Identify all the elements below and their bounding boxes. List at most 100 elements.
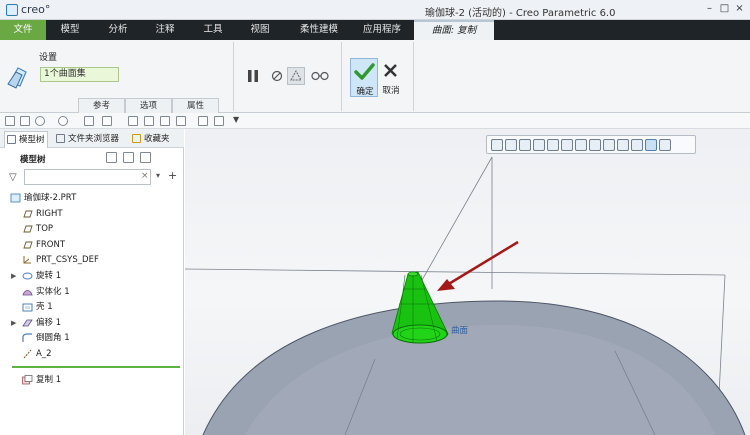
- menu-view[interactable]: 视图: [240, 20, 280, 40]
- menu-model[interactable]: 模型: [50, 20, 90, 40]
- ribbon-separator-2: [341, 42, 342, 111]
- csys-icon: [23, 256, 31, 264]
- quick-tool-icon-5[interactable]: [214, 116, 224, 126]
- tree-item-copy[interactable]: 复制 1: [0, 373, 184, 387]
- subtab-options[interactable]: 选项: [125, 98, 172, 113]
- tree-item[interactable]: FRONT: [0, 238, 184, 252]
- tree-item-label: PRT_CSYS_DEF: [36, 255, 99, 266]
- clear-search-icon[interactable]: ×: [141, 171, 149, 181]
- creo-logo: creo°: [6, 3, 50, 16]
- display-style-icon[interactable]: [589, 138, 601, 151]
- tree-search-input[interactable]: [24, 169, 151, 185]
- search-options-icon[interactable]: ▾: [156, 171, 160, 180]
- title-bar: creo° 瑜伽球-2 (活动的) - Creo Parametric 6.0 …: [0, 0, 750, 20]
- tree-item[interactable]: 倒圆角 1: [0, 331, 184, 345]
- no-preview-icon[interactable]: [271, 70, 283, 82]
- tree-item[interactable]: RIGHT: [0, 207, 184, 221]
- repaint-icon[interactable]: [533, 138, 545, 151]
- tab-favorites[interactable]: 收藏夹: [130, 131, 180, 148]
- tab-model-tree[interactable]: 模型树: [4, 131, 48, 148]
- new-icon[interactable]: [5, 116, 15, 126]
- tree-item[interactable]: PRT_CSYS_DEF: [0, 253, 184, 267]
- open-icon[interactable]: [20, 116, 30, 126]
- expand-arrow-icon[interactable]: ▶: [11, 269, 16, 283]
- insert-here-marker[interactable]: [12, 366, 180, 368]
- windows-icon[interactable]: [102, 116, 112, 126]
- tree-item[interactable]: A_2: [0, 347, 184, 361]
- show-icon[interactable]: [123, 152, 134, 163]
- filter-icon[interactable]: ▽: [9, 172, 17, 183]
- menu-applications[interactable]: 应用程序: [355, 20, 409, 40]
- minimize-button[interactable]: –: [703, 2, 716, 15]
- refit-icon[interactable]: [491, 138, 503, 151]
- tree-item[interactable]: 实体化 1: [0, 285, 184, 299]
- logo-text: creo°: [21, 3, 51, 16]
- favorites-icon: [132, 134, 141, 143]
- zoom-out-icon[interactable]: [519, 138, 531, 151]
- customize-toolbar-icon[interactable]: ▼: [233, 115, 239, 124]
- preview-icon[interactable]: [287, 67, 305, 85]
- redo-icon[interactable]: [58, 116, 68, 126]
- annotation-display-icon[interactable]: [631, 138, 643, 151]
- csys-display-icon[interactable]: [659, 138, 671, 151]
- part-icon: [10, 193, 21, 203]
- tree-item-label: 瑜伽球-2.PRT: [24, 193, 77, 203]
- close-window-icon[interactable]: [128, 116, 138, 126]
- surface-set-collector[interactable]: 1个曲面集: [40, 67, 119, 82]
- tree-item[interactable]: ▶ 旋转 1: [0, 269, 184, 283]
- surface-label: 曲面: [451, 326, 469, 336]
- tree-tools: [106, 152, 151, 163]
- quick-tool-icon[interactable]: [144, 116, 154, 126]
- shell-icon: [22, 303, 33, 312]
- menu-tools[interactable]: 工具: [193, 20, 233, 40]
- tree-item[interactable]: ▶ 偏移 1: [0, 316, 184, 330]
- tab-folder-browser[interactable]: 文件夹浏览器: [54, 131, 122, 148]
- quick-tool-icon-4[interactable]: [198, 116, 208, 126]
- settings-icon[interactable]: [106, 152, 117, 163]
- tree-item-label: 复制 1: [36, 375, 62, 385]
- tree-item-label: 偏移 1: [36, 317, 62, 328]
- cancel-x-icon: [384, 64, 397, 77]
- spin-center-icon[interactable]: [645, 138, 657, 151]
- creo-logo-icon: [6, 3, 18, 16]
- pause-icon[interactable]: [247, 69, 259, 83]
- undo-icon[interactable]: [35, 116, 45, 126]
- graphics-viewport[interactable]: 曲面: [185, 129, 750, 435]
- add-filter-icon[interactable]: +: [168, 169, 177, 182]
- saved-orientations-icon[interactable]: [561, 138, 573, 151]
- zoom-in-icon[interactable]: [505, 138, 517, 151]
- subtab-properties[interactable]: 属性: [172, 98, 219, 113]
- menu-bar: 文件 模型 分析 注释 工具 视图 柔性建模 应用程序 曲面: 复制: [0, 20, 750, 40]
- quick-tool-icon-2[interactable]: [160, 116, 170, 126]
- ok-button[interactable]: 确定: [350, 58, 378, 97]
- regenerate-icon[interactable]: [84, 116, 94, 126]
- menu-file[interactable]: 文件: [0, 20, 46, 40]
- perspective-icon[interactable]: [603, 138, 615, 151]
- expand-arrow-icon[interactable]: ▶: [11, 316, 16, 330]
- ribbon-separator-3: [413, 42, 414, 111]
- view-manager-icon[interactable]: [575, 138, 587, 151]
- quick-tool-icon-3[interactable]: [176, 116, 186, 126]
- menu-flexible-modeling[interactable]: 柔性建模: [288, 20, 350, 40]
- tab-model-tree-label: 模型树: [19, 135, 45, 145]
- tree-item[interactable]: 壳 1: [0, 300, 184, 314]
- model-tree-icon: [7, 135, 16, 144]
- reorient-icon[interactable]: [547, 138, 559, 151]
- quick-access-toolbar: ▼: [0, 113, 750, 129]
- tree-columns-icon[interactable]: [140, 152, 151, 163]
- menu-analysis[interactable]: 分析: [98, 20, 138, 40]
- datum-plane-icon: [23, 241, 33, 249]
- subtab-references[interactable]: 参考: [78, 98, 125, 113]
- tree-item[interactable]: TOP: [0, 222, 184, 236]
- cancel-button[interactable]: 取消: [378, 58, 404, 97]
- verify-glasses-icon[interactable]: [311, 71, 329, 81]
- close-button[interactable]: ×: [733, 2, 746, 15]
- window-title: 瑜伽球-2 (活动的) - Creo Parametric 6.0: [425, 8, 616, 19]
- tab-surface-copy[interactable]: 曲面: 复制: [414, 20, 494, 40]
- menu-annotation[interactable]: 注释: [145, 20, 185, 40]
- datum-display-icon[interactable]: [617, 138, 629, 151]
- maximize-button[interactable]: □: [718, 2, 731, 15]
- sphere-model[interactable]: [202, 300, 746, 435]
- tree-item-label: 倒圆角 1: [36, 333, 70, 344]
- tree-item[interactable]: 瑜伽球-2.PRT: [0, 191, 184, 205]
